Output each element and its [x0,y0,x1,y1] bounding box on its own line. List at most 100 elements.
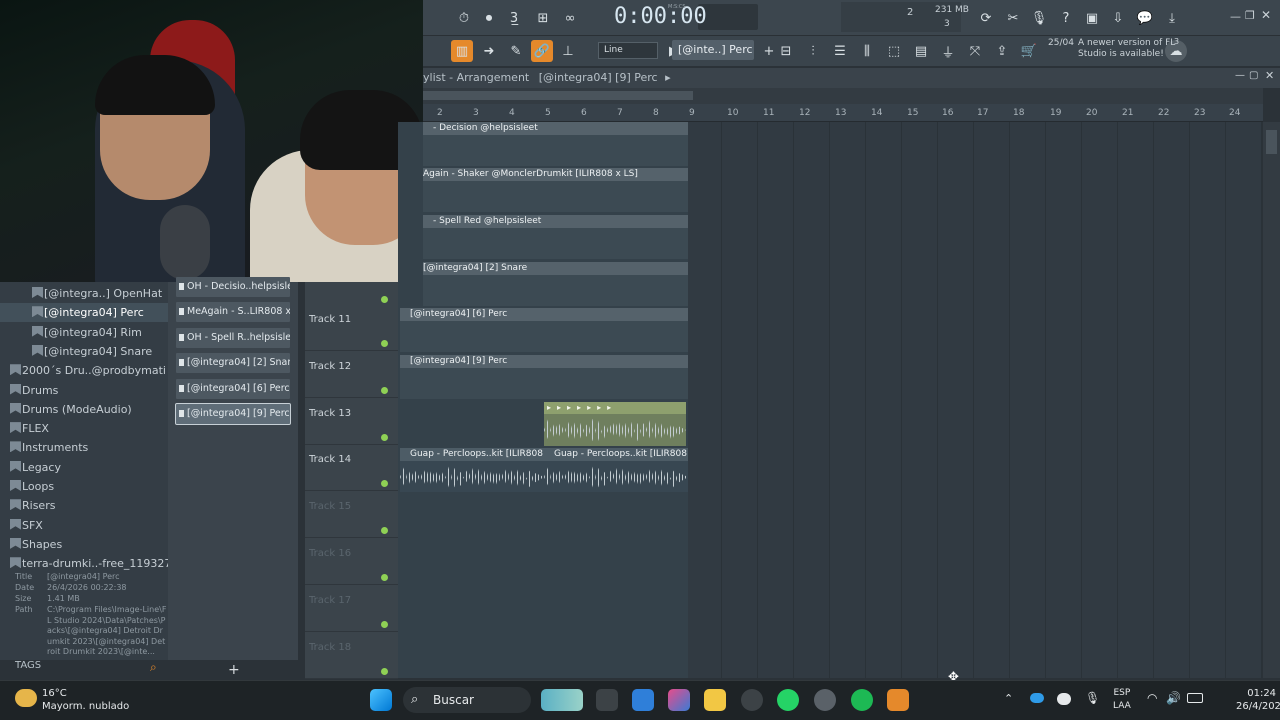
close-icon[interactable]: ✕ [1261,8,1271,22]
weather-icon[interactable] [15,689,37,707]
tray-chevron-icon[interactable]: ⌃ [1004,692,1013,705]
browser-item[interactable]: 2000´s Dru..@prodbymati [0,361,168,380]
clip-guap-1[interactable]: Guap - Percloops..kit [ILIR808 x LS] [400,448,544,492]
browser-item[interactable]: Loops [0,477,168,496]
clip-perc-6[interactable]: [@integra04] [6] Perc [400,308,688,352]
browser-item[interactable]: Risers [0,496,168,515]
add-icon[interactable]: + [228,662,240,678]
clip-perc-9[interactable]: [@integra04] [9] Perc [400,355,688,399]
track-mute-dot[interactable] [381,480,388,488]
horizontal-scrollbar[interactable] [423,88,1263,104]
app-icon[interactable] [814,689,836,711]
save-icon[interactable]: ▣ [1081,7,1103,29]
file-icon[interactable]: ▤ [910,40,932,62]
task-view-icon[interactable] [596,689,618,711]
track-header[interactable]: Track 14 [305,444,398,492]
window-close-icon[interactable]: ✕ [1265,69,1274,82]
track-header[interactable]: Track 16 [305,538,398,585]
stamp-icon[interactable]: ⊥ [557,40,579,62]
pattern-select[interactable]: [@inte..] Perc [672,40,754,60]
clip-snare[interactable]: [@integra04] [2] Snare [423,262,688,306]
store-icon[interactable] [632,689,654,711]
track-header[interactable]: Track 17 [305,585,398,632]
volume-icon[interactable]: 🔊 [1166,691,1181,705]
arrow-right-icon[interactable]: ➜ [478,40,500,62]
mixer-icon[interactable]: ⊟ [775,40,797,62]
browser-item[interactable]: Shapes [0,535,168,554]
pattern-item[interactable]: OH - Decisio..helpsisleet [176,277,290,297]
browser-item[interactable]: [@integra04] Snare [0,342,168,361]
taskbar-search[interactable]: Buscar [403,687,531,713]
record-loop-icon[interactable]: ⏺ [478,7,500,29]
cloud-icon[interactable] [1057,693,1071,705]
playlist-icon[interactable]: ▥ [451,40,473,62]
track-mute-dot[interactable] [381,620,388,628]
pencil-icon[interactable]: ✎ [505,40,527,62]
link-icon[interactable]: 🔗 [531,40,553,62]
clip-shaker[interactable]: Again - Shaker @MonclerDrumkit [ILIR808 … [423,168,688,212]
countdown-icon[interactable]: 3̲ [503,7,525,29]
mic-icon[interactable]: 🎙 [1028,7,1050,29]
refresh-icon[interactable]: ⟳ [975,7,997,29]
help-icon[interactable]: ? [1055,7,1077,29]
pattern-item[interactable]: [@integra04] [6] Perc [176,378,290,399]
window-minimize-icon[interactable]: — [1235,70,1245,81]
track-mute-dot[interactable] [381,386,388,394]
window-maximize-icon[interactable]: ▢ [1249,70,1258,81]
clip-audio-green[interactable]: ▸▸▸▸▸▸▸ [544,402,686,446]
pattern-item[interactable]: OH - Spell R..helpsisleet [176,327,290,348]
pattern-item[interactable]: MeAgain - S..LIR808 x LS] [176,302,290,323]
clip-guap-2[interactable]: Guap - Percloops..kit [ILIR808 x LS] [544,448,688,492]
loop-record-icon[interactable]: ∞ [559,7,581,29]
render-icon[interactable]: ⇩ [1107,7,1129,29]
track-header[interactable]: Track 13 [305,398,398,445]
track-mute-dot[interactable] [381,433,388,441]
browser-item[interactable]: Legacy [0,458,168,477]
download-icon[interactable]: ⤓ [1161,7,1183,29]
track-header[interactable]: Track 18 [305,632,398,679]
channel-rack-icon[interactable]: ☰ [829,40,851,62]
chat-icon[interactable]: 💬 [1134,7,1156,29]
clip-spell-red[interactable]: - Spell Red @helpsisleet [423,215,688,259]
track-mute-dot[interactable] [381,667,388,675]
search-icon[interactable]: ⌕ [150,660,157,675]
update-notice[interactable]: 25/04 A newer version of FL Studio is av… [1048,38,1175,59]
tool-icon[interactable]: ⤧ [964,40,986,62]
language-indicator[interactable]: ESP LAA [1113,687,1131,713]
browser-item[interactable]: Instruments [0,438,168,457]
step-edit-icon[interactable]: ⊞ [532,7,554,29]
onedrive-icon[interactable] [1030,693,1044,703]
scrollbar-thumb[interactable] [423,91,693,100]
snap-select[interactable]: Line [598,42,658,59]
widget-image-icon[interactable] [541,689,583,711]
chatgpt-icon[interactable] [741,689,763,711]
minimize-icon[interactable]: — [1230,10,1241,23]
track-mute-dot[interactable] [381,296,388,303]
track-header[interactable]: Track 11 [305,304,398,351]
copilot-icon[interactable] [668,689,690,711]
track-header[interactable]: Track 15 [305,491,398,539]
mic-tray-icon[interactable]: 🎙 [1085,691,1100,705]
track-mute-dot[interactable] [381,340,388,347]
windows-start-icon[interactable] [370,689,392,711]
track-mute-dot[interactable] [381,527,388,535]
weather-widget[interactable]: 16°C Mayorm. nublado [42,687,129,713]
restore-icon[interactable]: ❐ [1245,9,1255,22]
tags-label[interactable]: TAGS [15,660,41,671]
share-icon[interactable]: ⇪ [991,40,1013,62]
browser-item[interactable]: Drums [0,381,168,400]
browser-item[interactable]: FLEX [0,419,168,438]
battery-icon[interactable] [1187,693,1203,703]
pattern-item[interactable]: [@integra04] [2] Snare [176,353,290,374]
pattern-item[interactable]: [@integra04] [9] Perc [175,403,291,425]
whatsapp-icon[interactable] [777,689,799,711]
browser-item[interactable]: terra-drumki..-free_119327 [0,554,171,573]
timeline-ruler[interactable]: 2 3 4 5 6 7 8 9 10 11 12 13 14 15 16 17 18 19 20 21 22 23 24 [423,104,1263,122]
scissors-icon[interactable]: ✂ [1002,7,1024,29]
vscroll-thumb[interactable] [1266,130,1277,154]
vertical-scrollbar[interactable] [1263,122,1280,678]
piano-roll-icon[interactable]: ⫶ [802,40,824,62]
spotify-icon[interactable] [851,689,873,711]
fl-studio-icon[interactable] [887,689,909,711]
system-clock[interactable]: 01:24 26/4/2026 [1236,687,1280,713]
